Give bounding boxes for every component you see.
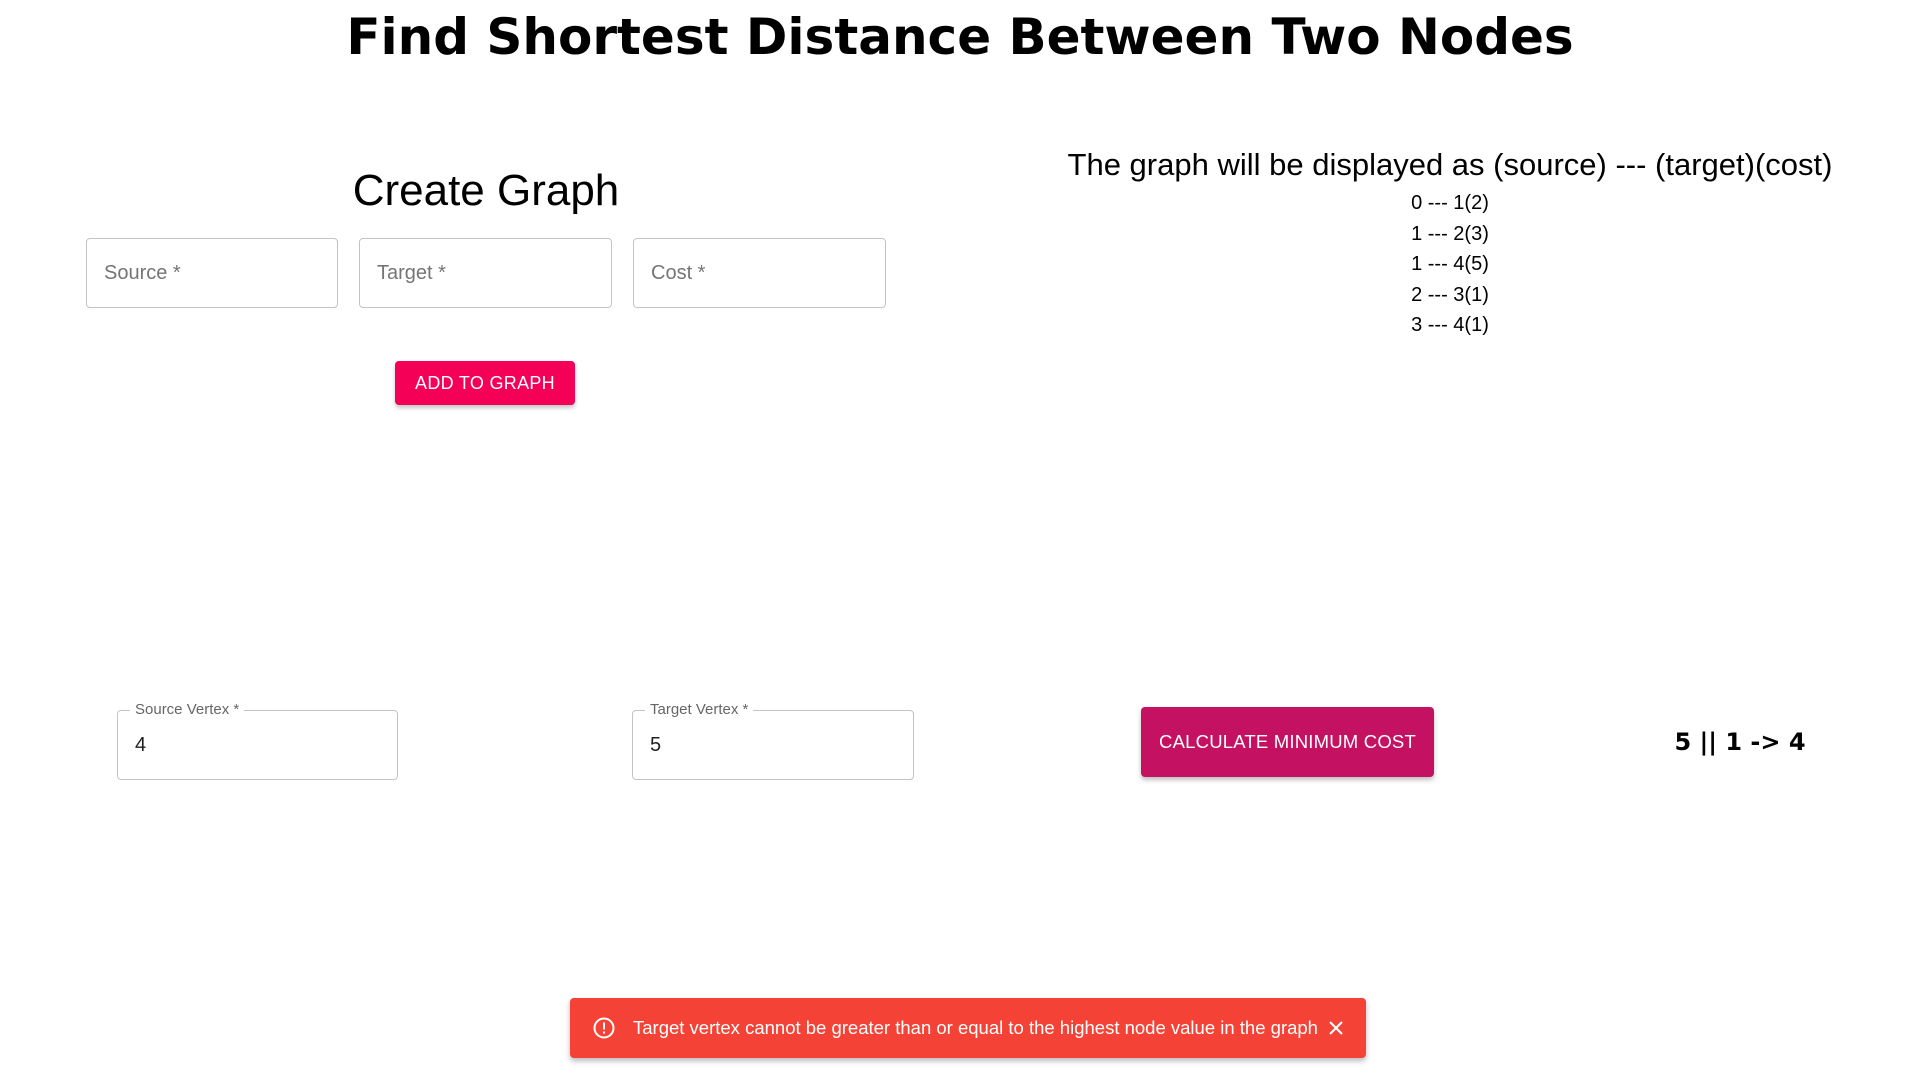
close-icon [1322,1021,1350,1045]
page: Find Shortest Distance Between Two Nodes… [0,0,1920,1080]
error-snackbar: Target vertex cannot be greater than or … [570,998,1366,1058]
edge-item: 0 --- 1(2) [1411,192,1489,214]
edge-item: 3 --- 4(1) [1411,314,1489,336]
target-vertex-label: Target Vertex * [645,702,754,718]
source-vertex-label: Source Vertex * [130,702,245,718]
target-placeholder: Target * [377,262,446,284]
result-text: 5 || 1 -> 4 [1674,728,1806,756]
edge-list: 0 --- 1(2) 1 --- 2(3) 1 --- 4(5) 2 --- 3… [1040,188,1860,341]
cost-input[interactable]: Cost * [633,238,886,308]
calculate-minimum-cost-button[interactable]: CALCULATE MINIMUM COST [1141,707,1434,777]
target-vertex-value: 5 [650,734,662,756]
snackbar-message: Target vertex cannot be greater than or … [633,1017,1318,1038]
source-placeholder: Source * [104,262,181,284]
snackbar-close-button[interactable] [1322,1014,1350,1042]
edge-item: 2 --- 3(1) [1411,283,1489,306]
add-to-graph-button[interactable]: ADD TO GRAPH [395,361,575,405]
source-vertex-value: 4 [135,734,147,756]
graph-display-header: The graph will be displayed as (source) … [1067,147,1833,182]
edge-item: 1 --- 4(5) [1411,253,1489,275]
source-vertex-input[interactable]: Source Vertex * 4 [117,702,398,780]
edge-item: 1 --- 2(3) [1411,222,1489,245]
target-input[interactable]: Target * [359,238,612,308]
target-vertex-input[interactable]: Target Vertex * 5 [632,702,914,780]
source-input[interactable]: Source * [86,238,338,308]
page-title: Find Shortest Distance Between Two Nodes [346,8,1574,66]
create-graph-title: Create Graph [352,166,620,215]
cost-placeholder: Cost * [651,262,706,284]
error-outline-icon [592,1016,616,1040]
